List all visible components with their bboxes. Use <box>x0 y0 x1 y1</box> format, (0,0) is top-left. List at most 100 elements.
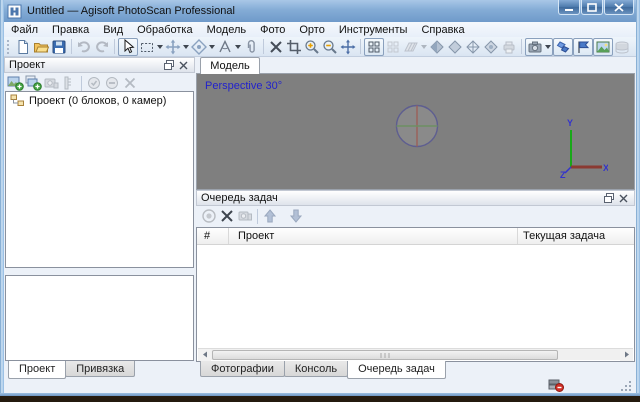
remove-item-icon[interactable] <box>121 74 139 92</box>
menu-item-tools[interactable]: Инструменты <box>332 23 415 37</box>
move-task-down-icon[interactable] <box>287 207 305 225</box>
window-border-bottom <box>0 393 640 396</box>
scroll-left-icon[interactable] <box>198 348 211 361</box>
menu-item-workflow[interactable]: Обработка <box>130 23 199 37</box>
tab-reference[interactable]: Привязка <box>65 361 136 377</box>
window-controls <box>557 0 634 15</box>
menu-item-ortho[interactable]: Орто <box>292 23 331 37</box>
orthophoto-view-icon[interactable] <box>500 38 518 56</box>
mesh-view-icon[interactable] <box>402 38 428 56</box>
delete-selection-icon[interactable] <box>267 38 285 56</box>
close-button[interactable] <box>604 0 634 15</box>
menu-item-model[interactable]: Модель <box>200 23 253 37</box>
network-status-icon <box>548 379 564 392</box>
task-queue-toolbar <box>200 207 630 225</box>
dropdown-arrow[interactable] <box>183 44 189 49</box>
wireframe-view-icon[interactable] <box>464 38 482 56</box>
task-queue-table-body[interactable] <box>197 245 634 333</box>
dense-cloud-view-icon[interactable] <box>384 38 402 56</box>
menu-item-photo[interactable]: Фото <box>253 23 292 37</box>
add-scalebar-icon[interactable] <box>60 74 78 92</box>
title-bar[interactable]: Untitled — Agisoft PhotoScan Professiona… <box>0 0 640 22</box>
menu-item-view[interactable]: Вид <box>96 23 130 37</box>
tab-console[interactable]: Консоль <box>283 361 349 377</box>
show-cameras-icon[interactable] <box>525 37 553 56</box>
float-panel-icon[interactable] <box>162 59 175 71</box>
reset-view-icon[interactable] <box>339 38 357 56</box>
task-preview-icon[interactable] <box>236 207 254 225</box>
undo-icon[interactable] <box>75 38 93 56</box>
window-border-left <box>0 0 4 396</box>
rectangle-selection-icon[interactable] <box>138 38 164 56</box>
show-markers-icon[interactable] <box>553 37 573 56</box>
menu-item-edit[interactable]: Правка <box>45 23 96 37</box>
tab-task-queue[interactable]: Очередь задач <box>347 361 446 379</box>
redo-icon[interactable] <box>93 38 111 56</box>
model-viewport[interactable]: Perspective 30° Y X Z <box>196 73 635 190</box>
add-chunk-icon[interactable] <box>6 74 24 92</box>
pause-queue-icon[interactable] <box>200 207 218 225</box>
show-images-icon[interactable] <box>593 37 613 56</box>
save-project-icon[interactable] <box>50 38 68 56</box>
resize-grip[interactable] <box>620 381 632 392</box>
move-object-icon[interactable] <box>164 38 190 56</box>
scroll-right-icon[interactable] <box>620 348 633 361</box>
attach-icon[interactable] <box>242 38 260 56</box>
solid-view-icon[interactable] <box>446 38 464 56</box>
move-task-up-icon[interactable] <box>261 207 279 225</box>
app-icon <box>7 4 22 19</box>
add-photos-icon[interactable] <box>24 74 42 92</box>
task-queue-table-header[interactable]: # Проект Текущая задача <box>197 228 634 245</box>
remove-task-icon[interactable] <box>218 207 236 225</box>
select-tool-icon[interactable] <box>118 37 138 56</box>
show-labels-icon[interactable] <box>573 37 593 56</box>
tab-model[interactable]: Модель <box>200 57 260 74</box>
tab-workspace[interactable]: Проект <box>8 361 67 379</box>
open-project-icon[interactable] <box>32 38 50 56</box>
scrollbar-thumb[interactable] <box>212 349 558 360</box>
zoom-out-icon[interactable] <box>321 38 339 56</box>
horizontal-scrollbar[interactable] <box>198 348 633 361</box>
enable-item-icon[interactable] <box>85 74 103 92</box>
tab-photos[interactable]: Фотографии <box>200 361 285 377</box>
dropdown-arrow[interactable] <box>157 44 163 49</box>
float-panel-icon[interactable] <box>602 192 615 204</box>
maximize-button[interactable] <box>581 0 603 15</box>
point-cloud-view-icon[interactable] <box>364 37 384 56</box>
disable-item-icon[interactable] <box>103 74 121 92</box>
ruler-icon[interactable] <box>216 38 242 56</box>
column-project[interactable]: Проект <box>229 228 518 244</box>
dropdown-arrow[interactable] <box>545 44 551 49</box>
column-number[interactable]: # <box>197 228 229 244</box>
shaded-view-icon[interactable] <box>428 38 446 56</box>
task-queue-title: Очередь задач <box>201 192 278 204</box>
status-bar <box>4 378 636 393</box>
crop-icon[interactable] <box>285 38 303 56</box>
close-panel-icon[interactable] <box>617 192 630 204</box>
new-project-icon[interactable] <box>14 38 32 56</box>
workspace-lower-pane[interactable] <box>5 275 194 361</box>
toolbar-separator <box>257 208 258 224</box>
zoom-in-icon[interactable] <box>303 38 321 56</box>
navigation-icon[interactable] <box>190 38 216 56</box>
dropdown-arrow[interactable] <box>209 44 215 49</box>
column-current-task[interactable]: Текущая задача <box>518 228 634 244</box>
trackball-sphere <box>394 103 440 149</box>
dropdown-arrow[interactable] <box>235 44 241 49</box>
dropdown-arrow[interactable] <box>421 44 427 49</box>
axis-label-y: Y <box>567 118 573 128</box>
workspace-tree[interactable]: Проект (0 блоков, 0 камер) <box>5 91 194 268</box>
tree-item-project[interactable]: Проект (0 блоков, 0 камер) <box>6 92 193 109</box>
stack-view-icon[interactable] <box>613 38 631 56</box>
textured-view-icon[interactable] <box>482 38 500 56</box>
add-marker-icon[interactable] <box>42 74 60 92</box>
main-toolbar <box>4 37 636 57</box>
close-panel-icon[interactable] <box>177 59 190 71</box>
minimize-button[interactable] <box>558 0 580 15</box>
menu-item-file[interactable]: Файл <box>4 23 45 37</box>
axis-label-z: Z <box>560 170 566 179</box>
bottom-tabbar: Фотографии Консоль Очередь задач <box>200 361 446 379</box>
toolbar-separator <box>114 39 115 54</box>
menu-item-help[interactable]: Справка <box>414 23 471 37</box>
toolbar-handle[interactable] <box>7 39 11 54</box>
